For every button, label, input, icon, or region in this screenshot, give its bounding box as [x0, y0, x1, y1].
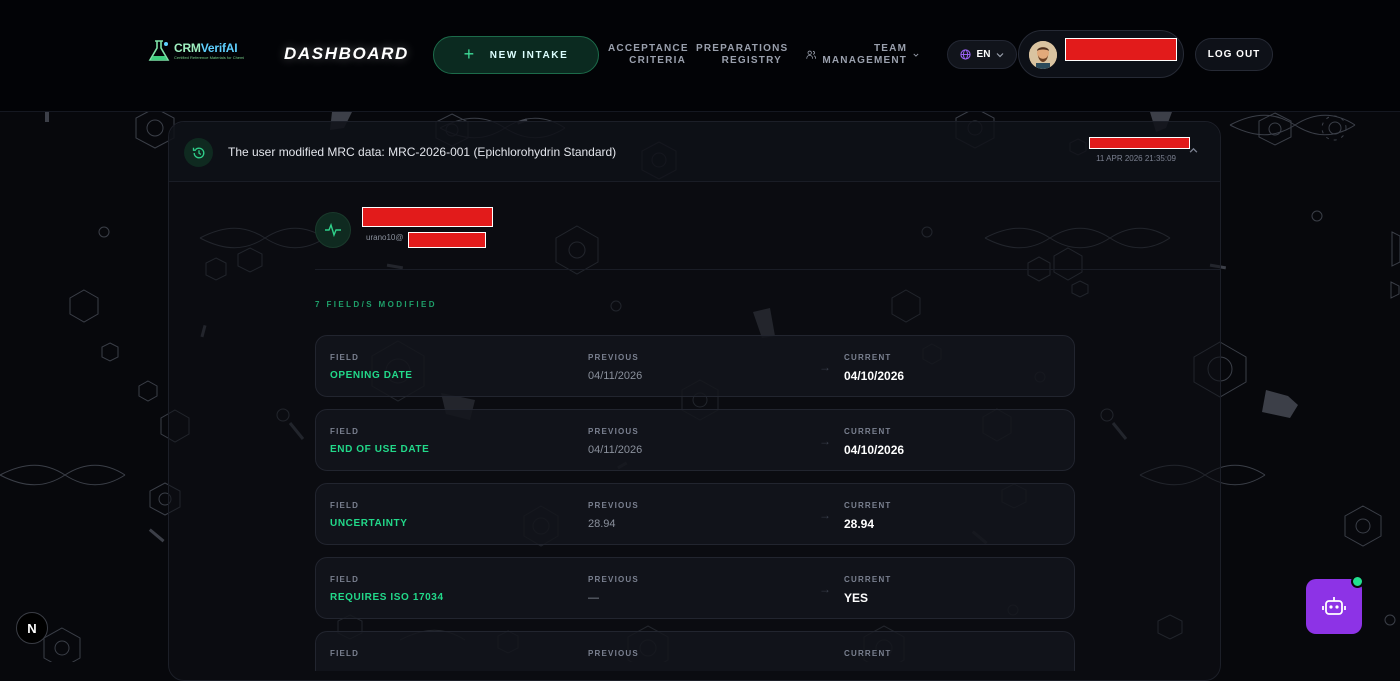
arrow-right-icon: → — [819, 582, 831, 596]
field-column-label: FIELD — [330, 649, 360, 658]
users-icon — [806, 50, 816, 59]
current-value: 28.94 — [844, 517, 875, 531]
field-name: END OF USE DATE — [330, 444, 430, 455]
dev-tools-badge[interactable]: N — [16, 612, 48, 644]
current-column-label: CURRENT — [844, 575, 892, 584]
page-title: DASHBOARD — [284, 44, 409, 63]
change-row: FIELD REQUIRES ISO 17034 PREVIOUS — → CU… — [315, 557, 1075, 619]
nav-label-line2: MANAGEMENT — [822, 55, 908, 66]
event-timestamp: 11 APR 2026 21:35:09 — [1096, 154, 1176, 163]
field-column-label: FIELD — [330, 501, 360, 510]
change-row: FIELD UNCERTAINTY PREVIOUS 28.94 → CURRE… — [315, 483, 1075, 545]
new-intake-button[interactable]: + NEW INTAKE — [433, 36, 599, 74]
current-value: 04/10/2026 — [844, 369, 905, 383]
logout-button[interactable]: LOG OUT — [1195, 38, 1273, 71]
previous-column-label: PREVIOUS — [588, 649, 639, 658]
field-column-label: FIELD — [330, 353, 360, 362]
field-name: UNCERTAINTY — [330, 518, 408, 529]
previous-column-label: PREVIOUS — [588, 575, 639, 584]
redacted-actor-fullname — [362, 207, 493, 227]
plus-icon: + — [463, 43, 476, 64]
current-column-label: CURRENT — [844, 353, 892, 362]
logo-text-a: CRM — [174, 41, 201, 55]
field-column-label: FIELD — [330, 427, 360, 436]
audit-event-card: The user modified MRC data: MRC-2026-001… — [168, 121, 1221, 681]
online-status-dot — [1351, 575, 1364, 588]
previous-value: 04/11/2026 — [588, 444, 643, 456]
chevron-up-icon[interactable] — [1189, 146, 1198, 158]
previous-value: 04/11/2026 — [588, 370, 643, 382]
activity-icon — [315, 212, 351, 248]
previous-column-label: PREVIOUS — [588, 501, 639, 510]
previous-value: 28.94 — [588, 518, 616, 530]
current-value: YES — [844, 591, 869, 605]
change-row: FIELD OPENING DATE PREVIOUS 04/11/2026 →… — [315, 335, 1075, 397]
redacted-actor-name — [1089, 137, 1190, 149]
nav-team-management[interactable]: TEAM MANAGEMENT — [806, 43, 919, 67]
previous-value: — — [588, 592, 599, 604]
current-column-label: CURRENT — [844, 427, 892, 436]
app-logo[interactable]: CRMVerifAI Certified Reference Materials… — [146, 38, 244, 64]
nav-label-line2: CRITERIA — [629, 55, 686, 66]
change-row: FIELD PREVIOUS CURRENT — [315, 631, 1075, 671]
field-column-label: FIELD — [330, 575, 360, 584]
chevron-down-icon — [997, 52, 1004, 57]
nav-label-line1: PREPARATIONS — [696, 43, 789, 54]
history-icon — [184, 138, 213, 167]
nav-label-line1: ACCEPTANCE — [608, 43, 689, 54]
language-label: EN — [976, 49, 991, 60]
top-navbar: CRMVerifAI Certified Reference Materials… — [0, 0, 1400, 112]
current-column-label: CURRENT — [844, 649, 892, 658]
avatar — [1029, 41, 1057, 69]
field-name: REQUIRES ISO 17034 — [330, 592, 444, 603]
new-intake-label: NEW INTAKE — [489, 49, 569, 61]
previous-column-label: PREVIOUS — [588, 353, 639, 362]
nav-acceptance-criteria[interactable]: ACCEPTANCE CRITERIA — [608, 43, 689, 67]
nav-preparations-registry[interactable]: PREPARATIONS REGISTRY — [696, 43, 789, 67]
user-menu[interactable] — [1018, 30, 1184, 78]
previous-column-label: PREVIOUS — [588, 427, 639, 436]
nav-label-line2: REGISTRY — [721, 55, 782, 66]
user-avatar-icon — [1029, 41, 1057, 69]
arrow-right-icon: → — [819, 434, 831, 448]
change-row: FIELD END OF USE DATE PREVIOUS 04/11/202… — [315, 409, 1075, 471]
arrow-right-icon: → — [819, 508, 831, 522]
globe-icon — [959, 49, 971, 60]
language-selector[interactable]: EN — [947, 40, 1017, 69]
event-description: The user modified MRC data: MRC-2026-001… — [228, 145, 617, 159]
logo-subtitle: Certified Reference Materials for Chemic… — [174, 55, 244, 60]
flask-logo-icon — [148, 40, 170, 61]
fields-modified-count: 7 FIELD/S MODIFIED — [315, 300, 437, 309]
logo-text-b: VerifAI — [200, 41, 238, 55]
robot-icon — [1322, 596, 1346, 615]
current-column-label: CURRENT — [844, 501, 892, 510]
redacted-username — [1065, 38, 1177, 61]
event-header[interactable]: The user modified MRC data: MRC-2026-001… — [169, 122, 1220, 182]
divider — [315, 269, 1221, 270]
field-name: OPENING DATE — [330, 370, 413, 381]
actor-email: urano10@ — [366, 233, 403, 242]
current-value: 04/10/2026 — [844, 443, 905, 457]
actor-email-prefix: urano10@ — [366, 233, 404, 242]
arrow-right-icon: → — [819, 360, 831, 374]
chevron-down-icon — [913, 53, 919, 57]
redacted-email-domain — [408, 232, 486, 248]
nav-label-line1: TEAM — [873, 43, 908, 54]
